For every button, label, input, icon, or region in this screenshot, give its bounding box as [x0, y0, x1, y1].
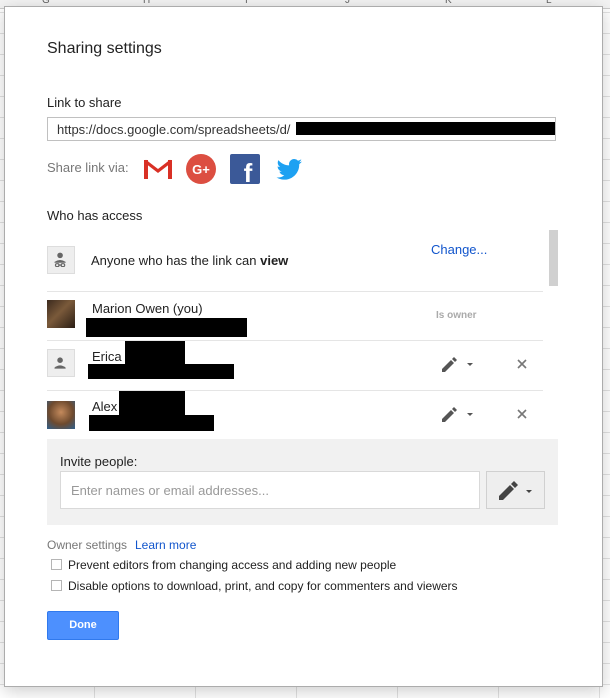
chevron-down-icon: [526, 490, 532, 493]
prevent-editors-checkbox[interactable]: [51, 559, 62, 570]
sharing-settings-dialog: Sharing settings Link to share https://d…: [4, 6, 603, 687]
permission-dropdown[interactable]: [437, 402, 477, 426]
owner-role-label: Is owner: [436, 310, 477, 321]
person-photo-avatar: [47, 401, 75, 429]
share-link-url: https://docs.google.com/spreadsheets/d/: [57, 122, 291, 137]
disable-download-checkbox[interactable]: [51, 580, 62, 591]
redacted-link-id: [296, 122, 555, 135]
chevron-down-icon: [467, 363, 473, 366]
remove-person-close-icon[interactable]: [516, 358, 528, 370]
invite-people-input[interactable]: [60, 471, 480, 509]
person-row-erica: Erica: [47, 341, 543, 391]
pencil-icon: [442, 357, 457, 372]
svg-text:G+: G+: [192, 162, 210, 177]
pencil-icon: [442, 407, 457, 422]
redacted-owner-email: [86, 318, 247, 337]
svg-text:f: f: [244, 158, 253, 185]
chevron-down-icon: [467, 413, 473, 416]
prevent-editors-label: Prevent editors from changing access and…: [68, 558, 397, 572]
link-to-share-label: Link to share: [47, 95, 122, 110]
remove-person-close-icon[interactable]: [516, 408, 528, 420]
twitter-icon[interactable]: [273, 153, 305, 185]
person-row-owner: Marion Owen (you) Is owner: [47, 292, 543, 341]
permission-dropdown[interactable]: [437, 352, 477, 376]
invite-permission-button[interactable]: [486, 471, 545, 509]
owner-avatar: [47, 300, 75, 328]
who-has-access-label: Who has access: [47, 208, 143, 223]
person-default-avatar-icon: [47, 349, 75, 377]
redacted-surname: [119, 391, 185, 415]
link-access-permission: view: [260, 253, 289, 268]
access-list-scrollbar[interactable]: [549, 230, 558, 286]
pencil-icon: [499, 481, 518, 500]
facebook-icon[interactable]: f: [229, 153, 261, 185]
disable-download-label: Disable options to download, print, and …: [68, 579, 458, 593]
link-access-text: Anyone who has the link can view: [91, 253, 289, 268]
change-link-access-link[interactable]: Change...: [431, 242, 487, 257]
person-name: Alex: [92, 399, 118, 414]
invite-people-label: Invite people:: [60, 454, 138, 469]
link-access-row: Anyone who has the link can view: [47, 227, 543, 292]
done-button[interactable]: Done: [47, 611, 119, 640]
share-via-label: Share link via:: [47, 160, 129, 175]
person-name: Erica: [92, 349, 122, 364]
invite-people-panel: Invite people:: [47, 439, 558, 525]
google-plus-icon[interactable]: G+: [185, 153, 217, 185]
person-row-alex: Alex: [47, 391, 543, 437]
redacted-surname: [125, 341, 185, 364]
owner-name: Marion Owen (you): [92, 301, 203, 316]
redacted-email: [88, 364, 234, 379]
gmail-icon[interactable]: [142, 153, 174, 185]
dialog-title: Sharing settings: [47, 40, 162, 57]
redacted-email: [89, 415, 214, 431]
owner-settings-label: Owner settings: [47, 538, 128, 552]
link-access-icon: [47, 246, 75, 274]
learn-more-link[interactable]: Learn more: [135, 538, 196, 552]
